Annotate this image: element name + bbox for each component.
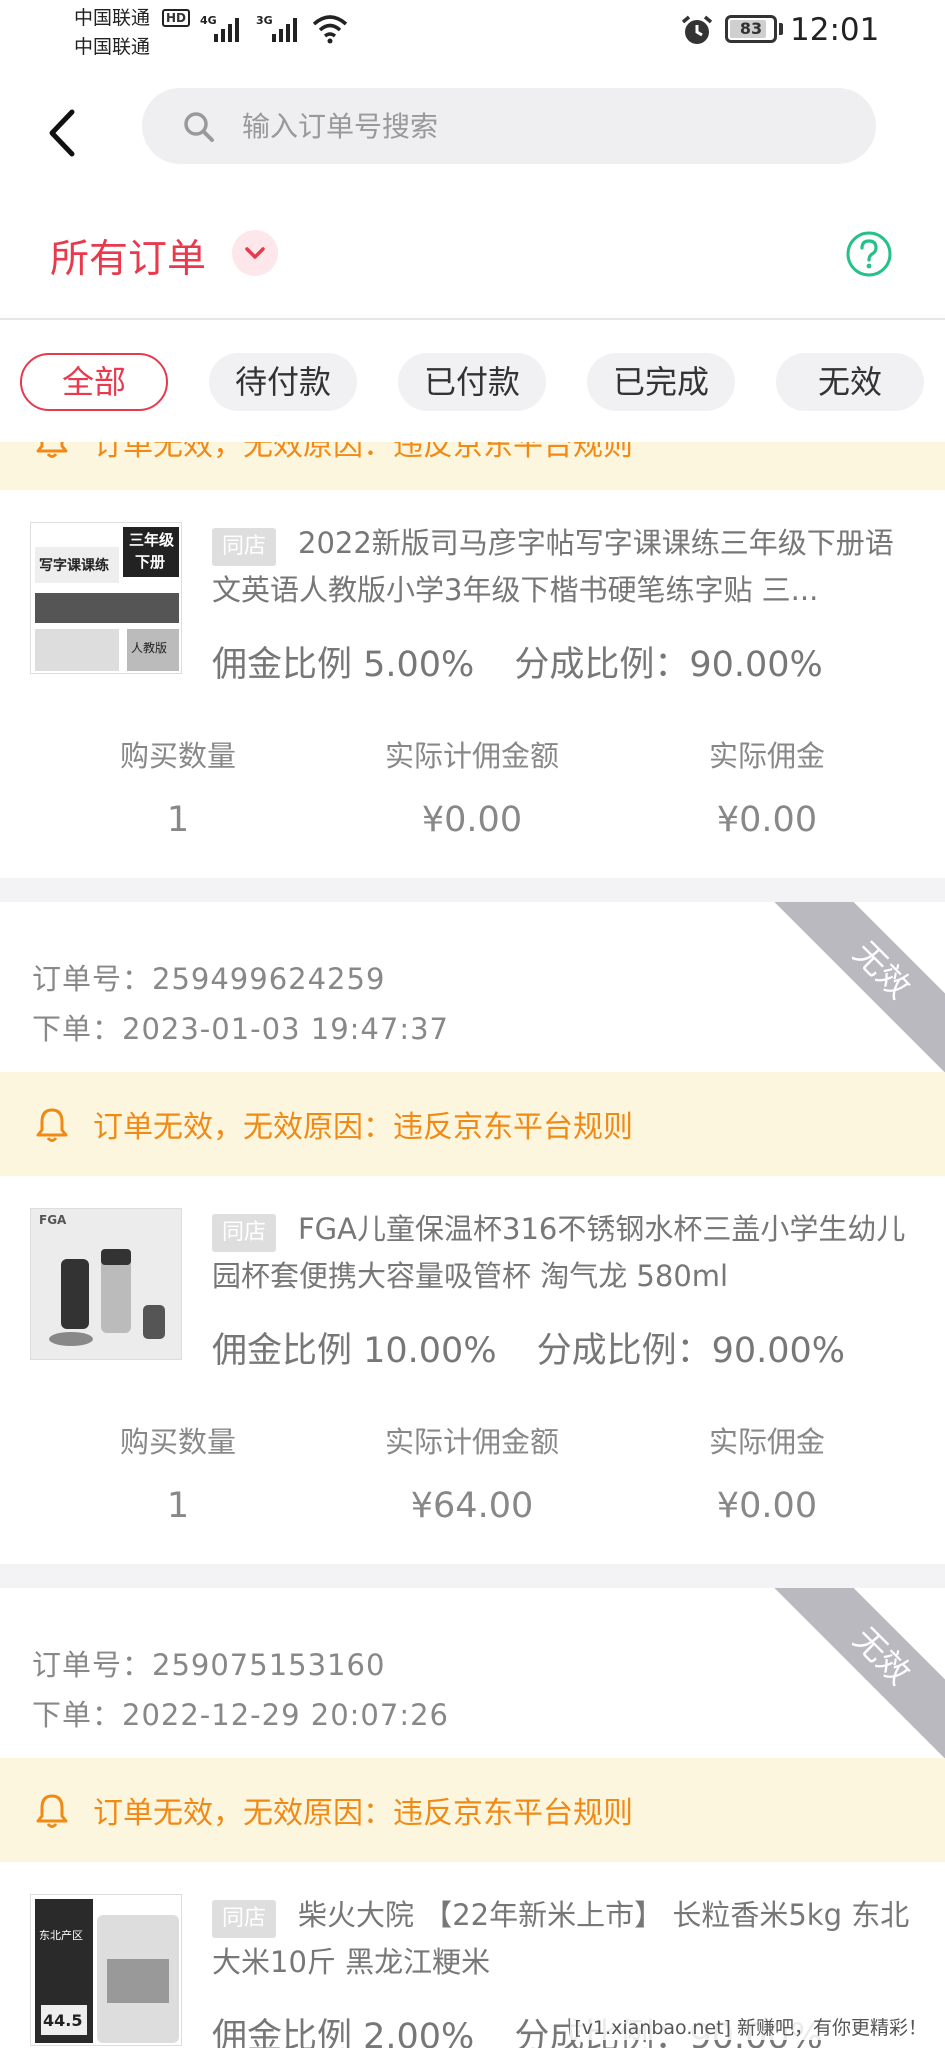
share-rate: 分成比例：90.00% (536, 1331, 846, 1371)
order-card[interactable]: 无效 订单号：259499624259 下单：2023-01-03 19:47:… (0, 902, 945, 1564)
book-term-text: 下册 (135, 553, 166, 571)
book-title-text: 写字课课练 (39, 558, 109, 574)
wifi-icon (312, 15, 348, 44)
share-rate: 分成比例：90.00% (514, 645, 823, 685)
warning-text: 订单无效，无效原因：违反京东平台规则 (93, 1796, 633, 1831)
book-grade-text: 三年级 (129, 531, 175, 549)
carrier-label-2: 中国联通 (74, 36, 151, 58)
order-list[interactable]: 订单无效，无效原因：违反京东平台规则 三年级 下册 写字课课练 人教版 同店 2… (0, 442, 945, 2048)
order-header: 无效 订单号：259499624259 下单：2023-01-03 19:47:… (0, 902, 945, 1079)
product-row[interactable]: 三年级 下册 写字课课练 人教版 同店 2022新版司马彦字帖写字课课练三年级下… (0, 490, 945, 720)
stat-label: 实际计佣金额 (384, 739, 559, 773)
book-edition-text: 人教版 (131, 641, 168, 655)
commission-rate: 佣金比例 10.00% (212, 1331, 497, 1371)
tab-all[interactable]: 全部 (20, 353, 168, 411)
status-tabs: 全部 待付款 已付款 已完成 无效 (0, 320, 945, 442)
rice-region-text: 东北产区 (39, 1929, 83, 1942)
stat-label: 购买数量 (119, 1425, 236, 1459)
product-thumbnail: 东北产区 44.5 (30, 1894, 182, 2046)
help-icon[interactable] (845, 230, 893, 278)
invalid-warning: 订单无效，无效原因：违反京东平台规则 (0, 442, 945, 490)
search-input[interactable] (242, 88, 802, 164)
stat-value: 1 (166, 800, 190, 840)
signal-icon (214, 16, 244, 42)
battery-level: 83 (739, 19, 763, 38)
filter-dropdown-button[interactable] (232, 230, 278, 276)
order-filter-label[interactable]: 所有订单 (50, 228, 206, 284)
signal-icon-2 (272, 16, 302, 42)
product-title: 柴火大院 【22年新米上市】 长粒香米5kg 东北大米10斤 黑龙江粳米 (212, 1898, 910, 1979)
rate-line: 佣金比例 10.00% 分成比例：90.00% (212, 1322, 845, 1373)
tab-pending-payment[interactable]: 待付款 (209, 353, 357, 411)
stat-value: 1 (166, 1486, 190, 1526)
stat-commissionable-amount: 实际计佣金额 ¥64.00 (322, 1422, 622, 1528)
stat-quantity: 购买数量 1 (28, 736, 328, 842)
battery-tip (779, 23, 783, 35)
watermark: [v1.xianbao.net] 新赚吧，有你更精彩！ (570, 2013, 931, 2040)
commission-rate: 佣金比例 5.00% (212, 645, 475, 685)
stat-value: ¥64.00 (410, 1486, 534, 1526)
product-title: 2022新版司马彦字帖写字课课练三年级下册语文英语人教版小学3年级下楷书硬笔练字… (212, 526, 894, 607)
stat-label: 实际计佣金额 (384, 1425, 559, 1459)
product-thumbnail: 三年级 下册 写字课课练 人教版 (30, 522, 182, 674)
tab-paid[interactable]: 已付款 (398, 353, 546, 411)
battery-icon: 83 (725, 15, 777, 43)
invalid-ribbon: 无效 (773, 1588, 945, 1765)
carrier-label-1: 中国联通 (74, 7, 151, 29)
stat-label: 实际佣金 (708, 739, 825, 773)
search-bar[interactable] (142, 88, 876, 164)
stat-value: ¥0.00 (421, 800, 523, 840)
stat-commissionable-amount: 实际计佣金额 ¥0.00 (322, 736, 622, 842)
invalid-warning: 订单无效，无效原因：违反京东平台规则 (0, 1072, 945, 1176)
bell-icon (36, 1794, 68, 1828)
product-row[interactable]: FGA 同店 FGA儿童保温杯316不锈钢水杯三盖小学生幼儿园杯套便携大容量吸管… (0, 1176, 945, 1406)
order-stats: 购买数量 1 实际计佣金额 ¥0.00 实际佣金 ¥0.00 (0, 720, 945, 878)
stat-actual-commission: 实际佣金 ¥0.00 (617, 736, 917, 842)
order-number: 订单号：259075153160 (32, 1648, 386, 1682)
tab-completed[interactable]: 已完成 (587, 353, 735, 411)
stat-value: ¥0.00 (716, 1486, 818, 1526)
stat-label: 实际佣金 (708, 1425, 825, 1459)
rice-price-text: 44.5 (43, 2011, 83, 2030)
search-icon (184, 112, 214, 142)
cup-brand-text: FGA (39, 1213, 67, 1227)
hd-badge: HD (162, 9, 191, 27)
chevron-down-icon (245, 247, 265, 259)
stat-value: ¥0.00 (716, 800, 818, 840)
product-thumbnail: FGA (30, 1208, 182, 1360)
header: 所有订单 (0, 62, 945, 320)
commission-rate: 佣金比例 2.00% (212, 2017, 475, 2048)
stat-quantity: 购买数量 1 (28, 1422, 328, 1528)
order-header: 无效 订单号：259075153160 下单：2022-12-29 20:07:… (0, 1588, 945, 1765)
bell-icon (36, 1108, 68, 1142)
warning-text: 订单无效，无效原因：违反京东平台规则 (93, 1110, 633, 1145)
order-stats: 购买数量 1 实际计佣金额 ¥64.00 实际佣金 ¥0.00 (0, 1406, 945, 1564)
stat-label: 购买数量 (119, 739, 236, 773)
order-card[interactable]: 无效 订单号：259075153160 下单：2022-12-29 20:07:… (0, 1588, 945, 2048)
invalid-ribbon: 无效 (773, 902, 945, 1079)
alarm-icon (681, 15, 713, 44)
invalid-warning: 订单无效，无效原因：违反京东平台规则 (0, 1758, 945, 1862)
order-date: 下单：2022-12-29 20:07:26 (32, 1698, 449, 1732)
tab-invalid[interactable]: 无效 (776, 353, 924, 411)
rate-line: 佣金比例 5.00% 分成比例：90.00% (212, 636, 823, 687)
stat-actual-commission: 实际佣金 ¥0.00 (617, 1422, 917, 1528)
product-title: FGA儿童保温杯316不锈钢水杯三盖小学生幼儿园杯套便携大容量吸管杯 淘气龙 5… (212, 1212, 906, 1293)
back-arrow-icon[interactable] (40, 102, 90, 162)
order-number: 订单号：259499624259 (32, 962, 386, 996)
warning-text: 订单无效，无效原因：违反京东平台规则 (93, 442, 633, 463)
network-type-2: 3G (256, 14, 273, 27)
order-date: 下单：2023-01-03 19:47:37 (32, 1012, 449, 1046)
status-bar: 中国联通 中国联通 HD 4G 3G 83 12:01 (0, 0, 945, 62)
clock: 12:01 (790, 12, 880, 48)
order-card[interactable]: 订单无效，无效原因：违反京东平台规则 三年级 下册 写字课课练 人教版 同店 2… (0, 442, 945, 878)
bell-icon (36, 442, 68, 458)
